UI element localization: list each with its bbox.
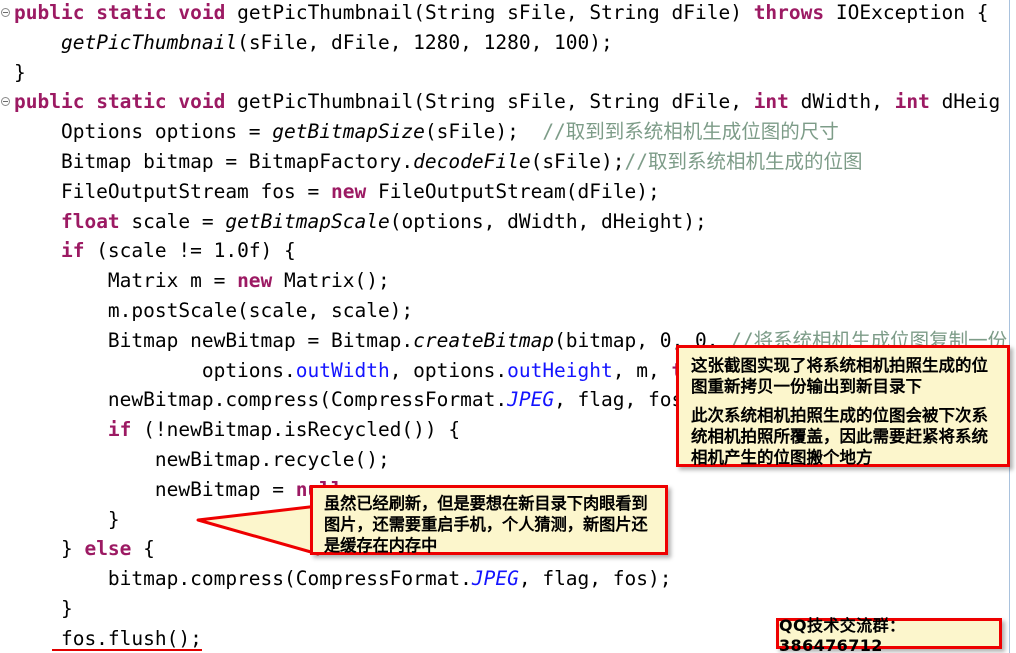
code-line[interactable]: m.postScale(scale, scale); [0, 296, 1016, 326]
code-line[interactable]: getPicThumbnail(sFile, dFile, 1280, 1280… [0, 28, 1016, 58]
code-line[interactable]: bitmap.compress(CompressFormat.JPEG, fla… [0, 564, 1016, 594]
code-token: getPicThumbnail [60, 30, 238, 54]
code-token: dHeig [929, 90, 1001, 114]
annotation-flush-text: 虽然已经刷新，但是要想在新目录下肉眼看到图片，还需要重启手机，个人猜测，新图片还… [324, 494, 648, 556]
annotation-copy-note: 这张截图实现了将系统相机拍照生成的位图重新拷贝一份输出到新目录下 此次系统相机拍… [676, 345, 1010, 467]
code-token: Matrix m = [14, 269, 238, 293]
code-token: public [14, 90, 85, 114]
code-token: //取到系统相机生成的位图 [624, 149, 863, 173]
code-token: } [14, 537, 85, 561]
error-underline [52, 648, 202, 651]
code-token: FileOutputStream(dFile); [366, 179, 660, 203]
code-token: new [237, 269, 273, 293]
code-token: fos.flush(); [14, 626, 202, 650]
code-line[interactable]: public static void getPicThumbnail(Strin… [0, 0, 1016, 28]
code-token: throws [753, 1, 825, 24]
code-token: } [14, 596, 73, 620]
code-token: } [14, 507, 120, 531]
vertical-scrollbar[interactable] [1009, 0, 1016, 653]
code-token: float [60, 209, 120, 233]
code-token: //取到到系统相机生成位图的尺寸 [542, 120, 839, 144]
code-token: if [107, 418, 132, 442]
code-token: static [96, 1, 167, 24]
code-token: (!newBitmap.isRecycled()) { [131, 418, 461, 442]
annotation-qq-group: QQ技术交流群：386476712 [776, 616, 1002, 653]
code-line[interactable]: public static void getPicThumbnail(Strin… [0, 87, 1016, 117]
code-token: getBitmapScale [225, 209, 390, 233]
code-line[interactable]: float scale = getBitmapScale(options, dW… [0, 207, 1016, 237]
code-token: scale = [119, 209, 226, 233]
code-token: void [178, 90, 226, 114]
code-token: void [178, 1, 226, 24]
code-token: int [753, 90, 789, 114]
code-token: static [96, 90, 167, 114]
code-token: outWidth [295, 358, 390, 382]
code-token: (options, dWidth, dHeight); [389, 209, 707, 233]
code-token: newBitmap = [14, 477, 296, 501]
code-token: Bitmap newBitmap = Bitmap. [14, 328, 414, 352]
code-token: m.postScale(scale, scale); [14, 298, 414, 322]
code-token: { [131, 537, 155, 561]
code-token: decodeFile [413, 149, 531, 173]
code-token: public [14, 1, 85, 24]
code-line[interactable]: Bitmap bitmap = BitmapFactory.decodeFile… [0, 147, 1016, 177]
code-token: (sFile); [424, 120, 543, 144]
code-editor-window: public static void getPicThumbnail(Strin… [0, 0, 1016, 653]
code-token: options. [14, 358, 296, 382]
code-token: (sFile, dFile, 1280, 1280, 100); [237, 30, 613, 54]
code-line[interactable]: } [0, 58, 1016, 88]
code-token: (sFile); [530, 149, 625, 173]
code-token: bitmap.compress(CompressFormat. [14, 567, 472, 591]
code-token: IOException { [824, 1, 989, 24]
code-line[interactable]: if (scale != 1.0f) { [0, 236, 1016, 266]
code-line[interactable]: Options options = getBitmapSize(sFile); … [0, 117, 1016, 147]
code-token: Bitmap bitmap = BitmapFactory. [14, 149, 414, 173]
code-token: getPicThumbnail(String sFile, String dFi… [237, 1, 754, 24]
callout-pointer-icon [196, 504, 320, 556]
code-token: FileOutputStream fos = [14, 179, 331, 203]
code-token: Matrix(); [272, 269, 390, 293]
code-token: (scale != 1.0f) { [84, 239, 296, 263]
code-token: createBitmap [413, 328, 555, 352]
code-line[interactable]: Matrix m = new Matrix(); [0, 266, 1016, 296]
code-token: if [60, 239, 85, 263]
code-token: outHeight [507, 358, 613, 382]
code-token: new [330, 179, 367, 203]
code-token: newBitmap.compress(CompressFormat. [14, 388, 508, 412]
annotation-flush-note: 虽然已经刷新，但是要想在新目录下肉眼看到图片，还需要重启手机，个人猜测，新图片还… [310, 485, 668, 555]
annotation-copy-paragraph-2: 此次系统相机拍照生成的位图会被下次系统相机拍照所覆盖，因此需要赶紧将系统相机产生… [691, 406, 988, 468]
code-token: , flag, fos); [518, 567, 672, 591]
annotation-qq-text: QQ技术交流群：386476712 [779, 616, 906, 653]
code-token: JPEG [507, 388, 555, 412]
code-token: else [84, 537, 132, 561]
code-token: dWidth, [788, 90, 895, 114]
code-token: newBitmap.recycle(); [14, 447, 390, 471]
code-token: Options options = [14, 120, 273, 144]
code-line[interactable]: FileOutputStream fos = new FileOutputStr… [0, 177, 1016, 207]
code-token: } [14, 60, 26, 84]
code-token: getPicThumbnail(String sFile, String dFi… [237, 90, 754, 114]
code-token: , options. [389, 358, 508, 382]
code-token: getBitmapSize [272, 120, 425, 144]
code-token: JPEG [471, 567, 519, 591]
code-token: , m, [612, 358, 672, 382]
code-token: int [894, 90, 930, 114]
annotation-copy-paragraph-1: 这张截图实现了将系统相机拍照生成的位图重新拷贝一份输出到新目录下 [691, 356, 988, 397]
